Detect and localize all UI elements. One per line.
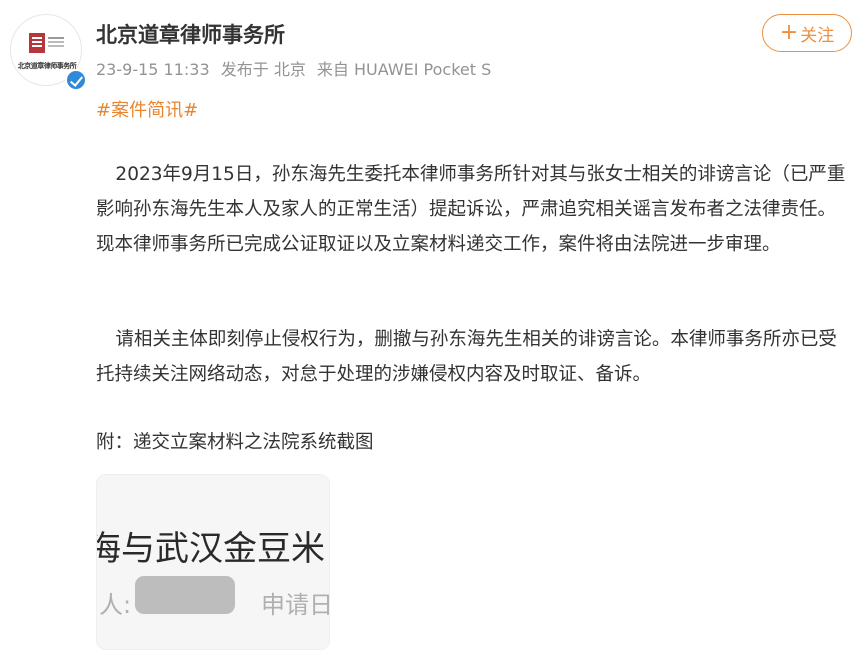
author-name[interactable]: 北京道章律师事务所 [96, 19, 285, 49]
post-paragraph-1: 2023年9月15日，孙东海先生委托本律师事务所针对其与张女士相关的诽谤言论（已… [96, 164, 846, 255]
image-field-label: 人: [99, 591, 132, 619]
follow-button[interactable]: + 关注 [762, 14, 852, 52]
attached-image-thumbnail[interactable]: 海与武汉金豆米 人: 申请日 [96, 474, 330, 650]
topic-hashtag[interactable]: #案件简讯# [96, 96, 198, 122]
avatar-caption: 北京道章律师事务所 [17, 62, 77, 70]
post-meta: 23-9-15 11:33 发布于 北京 来自 HUAWEI Pocket S [96, 56, 497, 80]
attachment-note: 附：递交立案材料之法院系统截图 [96, 432, 374, 453]
image-headline: 海与武汉金豆米 [96, 529, 325, 569]
post-paragraph-2: 请相关主体即刻停止侵权行为，删撤与孙东海先生相关的诽谤言论。本律师事务所亦已受托… [96, 329, 837, 385]
plus-icon: + [779, 20, 799, 45]
follow-label: 关注 [800, 25, 835, 46]
post-device: 来自 HUAWEI Pocket S [316, 60, 492, 79]
redacted-block [135, 576, 235, 614]
post-timestamp[interactable]: 23-9-15 11:33 [96, 60, 210, 79]
avatar[interactable]: 北京道章律师事务所 [10, 14, 87, 91]
post-location: 发布于 北京 [220, 60, 306, 79]
verified-badge-icon [65, 69, 87, 91]
law-firm-logo-icon [29, 33, 65, 55]
image-field-label-2: 申请日 [261, 591, 330, 619]
